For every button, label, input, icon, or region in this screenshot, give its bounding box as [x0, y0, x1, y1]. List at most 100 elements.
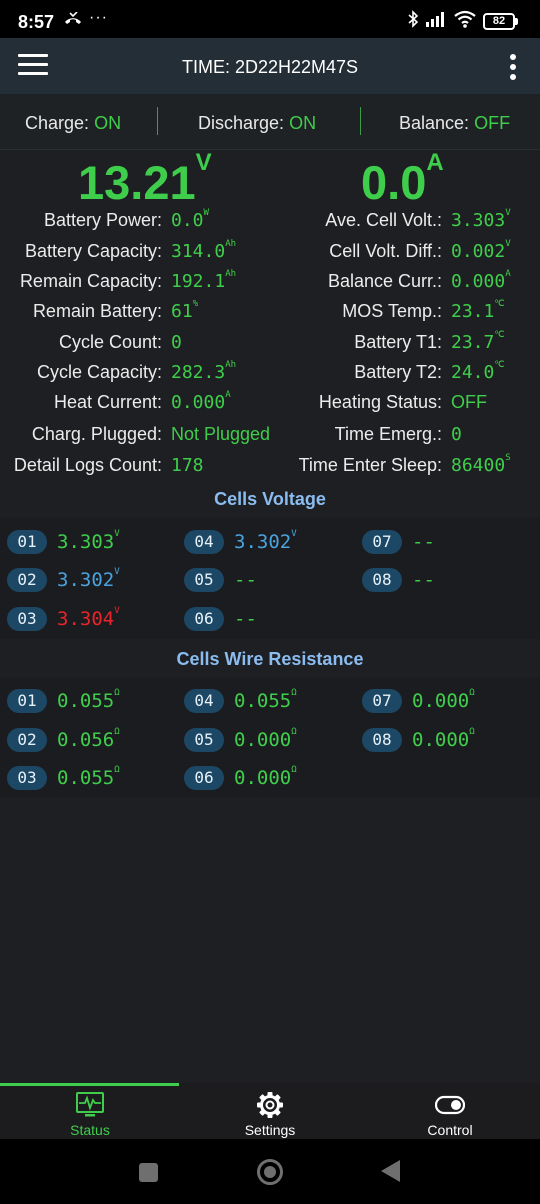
info-value-text: 23.1 — [451, 301, 495, 322]
info-value-text: 0 — [451, 424, 462, 445]
cell-value: 0.055Ω — [57, 688, 120, 712]
cell-voltage-item: 02 3.302V — [7, 567, 120, 592]
nav-status[interactable]: Status — [0, 1086, 180, 1139]
cell-value: 0.000Ω — [234, 765, 297, 789]
cell-unit: V — [291, 529, 297, 539]
left-info-label: Remain Battery: — [32, 301, 162, 321]
nav-control[interactable]: Control — [360, 1086, 540, 1139]
cell-number-badge: 05 — [184, 728, 224, 752]
info-unit: W — [203, 208, 209, 218]
left-info-value: Not Plugged — [171, 424, 270, 445]
left-info-label: Battery Power: — [43, 210, 162, 230]
cell-voltage-item: 05 -- — [184, 568, 257, 592]
bluetooth-icon — [407, 10, 419, 33]
cell-value-text: 0.055 — [234, 690, 292, 712]
back-button[interactable] — [381, 1160, 400, 1182]
right-info-value: 0.002V — [451, 239, 511, 262]
info-value-text: 3.303 — [451, 210, 506, 231]
cell-resistance-item: 06 0.000Ω — [184, 765, 297, 790]
cell-voltage-item: 08 -- — [362, 568, 435, 592]
info-value-text: 178 — [171, 455, 204, 476]
cell-voltage-item: 01 3.303V — [7, 529, 120, 554]
cell-resistance-item: 04 0.055Ω — [184, 688, 297, 713]
cell-value: 0.000Ω — [412, 688, 475, 712]
discharge-value: ON — [289, 113, 317, 133]
cell-resistance-item: 08 0.000Ω — [362, 727, 475, 752]
bottom-navigation: Status Settings Control — [0, 1083, 540, 1139]
cell-number-badge: 06 — [184, 766, 224, 790]
left-info-label: Cycle Count: — [58, 332, 162, 352]
discharge-status: Discharge: ON — [198, 113, 316, 134]
toggle-icon — [434, 1091, 466, 1119]
cell-resistance-item: 03 0.055Ω — [7, 765, 120, 790]
balance-status: Balance: OFF — [399, 113, 510, 134]
signal-icon — [425, 11, 447, 32]
info-value-text: 0.002 — [451, 241, 506, 262]
cell-voltage-item: 07 -- — [362, 530, 435, 554]
cell-value-text: -- — [412, 569, 435, 591]
right-info-value: OFF — [451, 392, 487, 413]
cell-number-badge: 04 — [184, 530, 224, 554]
recent-apps-button[interactable] — [139, 1163, 158, 1182]
status-time: 8:57 — [18, 12, 55, 32]
cell-number-badge: 03 — [7, 607, 47, 631]
cells-resistance-title: Cells Wire Resistance — [176, 649, 364, 669]
info-value-text: 24.0 — [451, 362, 495, 383]
right-info-value: 24.0℃ — [451, 360, 504, 383]
right-info-label: Battery T2: — [354, 362, 442, 382]
nav-status-label: Status — [70, 1122, 110, 1138]
info-value-text: 61 — [171, 301, 193, 322]
info-value-text: 314.0 — [171, 241, 226, 262]
right-info-label: Balance Curr.: — [327, 271, 442, 291]
left-info-label: Detail Logs Count: — [13, 455, 162, 475]
nav-settings[interactable]: Settings — [180, 1086, 360, 1139]
cell-value: -- — [412, 569, 435, 591]
info-unit: A — [505, 269, 511, 279]
total-voltage-value: 13.21 — [78, 156, 196, 209]
app-bar: TIME: 2D22H22M47S — [0, 38, 540, 94]
cell-number-badge: 07 — [362, 530, 402, 554]
right-info-label: Time Enter Sleep: — [298, 455, 442, 475]
cell-value-text: 3.304 — [57, 608, 115, 630]
left-info-value: 61% — [171, 299, 199, 322]
info-unit: V — [505, 239, 511, 249]
right-info-label: Battery T1: — [354, 332, 442, 352]
wifi-icon — [453, 10, 477, 33]
cell-value-text: 0.000 — [412, 690, 470, 712]
info-value-text: 192.1 — [171, 271, 226, 292]
balance-label: Balance: — [399, 113, 470, 133]
info-unit: A — [225, 390, 231, 400]
info-value-text: Not Plugged — [171, 424, 271, 444]
cell-value-text: 0.000 — [234, 767, 292, 789]
current-value: 0.0 — [361, 156, 427, 209]
cell-unit: Ω — [291, 765, 297, 775]
info-unit: % — [192, 299, 199, 309]
home-button[interactable] — [257, 1159, 283, 1185]
voltage-unit: V — [195, 149, 212, 176]
right-info-label: Time Emerg.: — [334, 424, 442, 444]
cell-value-text: 0.056 — [57, 729, 115, 751]
left-info-label: Cycle Capacity: — [36, 362, 162, 382]
right-info-label: Ave. Cell Volt.: — [325, 210, 442, 230]
left-info-value: 314.0Ah — [171, 239, 237, 262]
cell-voltage-item: 03 3.304V — [7, 606, 120, 631]
app-bar-title: TIME: 2D22H22M47S — [181, 57, 359, 77]
cell-value: 3.304V — [57, 606, 120, 630]
info-unit: S — [505, 453, 511, 463]
gear-icon — [255, 1091, 285, 1119]
cell-value: 0.055Ω — [57, 765, 120, 789]
info-value-text: 0.000 — [451, 271, 506, 292]
overflow-menu-icon[interactable] — [508, 52, 518, 82]
left-info-label: Battery Capacity: — [24, 241, 162, 261]
cell-unit: Ω — [291, 727, 297, 737]
system-navigation-bar — [0, 1139, 540, 1204]
divider — [360, 107, 361, 135]
cells-voltage-title: Cells Voltage — [214, 489, 326, 509]
info-value-text: 0.000 — [171, 392, 226, 413]
cell-unit: Ω — [114, 765, 120, 775]
cell-value-text: 3.302 — [234, 531, 292, 553]
cell-number-badge: 08 — [362, 728, 402, 752]
cell-voltage-item: 06 -- — [184, 607, 257, 631]
cell-value: 0.000Ω — [412, 727, 475, 751]
info-unit: Ah — [225, 239, 237, 249]
